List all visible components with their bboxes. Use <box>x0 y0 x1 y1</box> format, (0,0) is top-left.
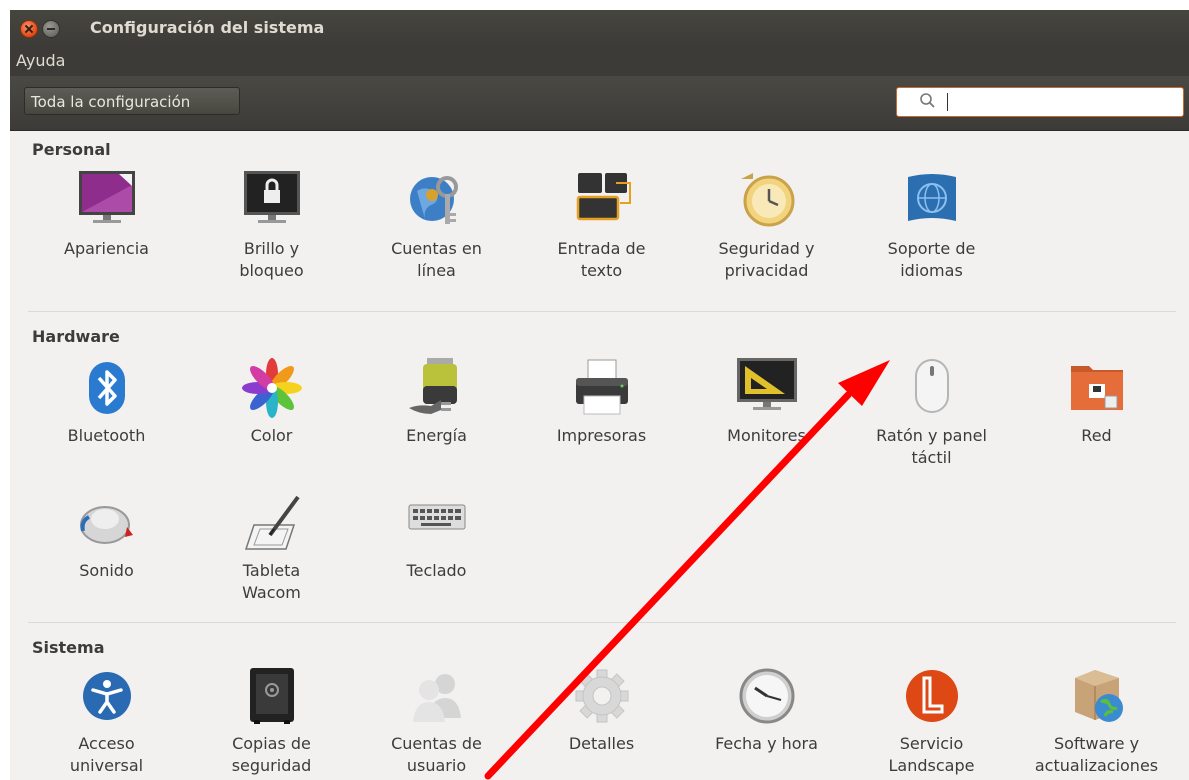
item-label: Monitores <box>727 426 806 445</box>
close-window-button[interactable] <box>20 20 38 38</box>
search-input[interactable] <box>896 87 1184 117</box>
section-divider <box>28 622 1176 623</box>
item-label: Bluetooth <box>67 426 146 445</box>
minimize-window-button[interactable] <box>42 20 60 38</box>
keyboard-icon <box>408 504 465 530</box>
item-detalles[interactable]: Detalles <box>519 664 684 755</box>
software-updates-icon <box>1074 670 1123 722</box>
landscape-icon <box>905 670 958 722</box>
item-monitores[interactable]: Monitores <box>684 356 849 447</box>
text-entry-icon <box>576 173 631 221</box>
item-label: Software y actualizaciones <box>1034 734 1159 775</box>
item-brillo-bloqueo[interactable]: Brillo y bloqueo <box>189 169 354 282</box>
item-label: Detalles <box>568 734 635 753</box>
wacom-tablet-icon <box>244 495 300 550</box>
item-label: Acceso universal <box>69 734 144 775</box>
window-title: Configuración del sistema <box>90 18 325 37</box>
item-impresoras[interactable]: Impresoras <box>519 356 684 447</box>
item-soporte-idiomas[interactable]: Soporte de idiomas <box>849 169 1014 282</box>
toolbar: Toda la configuración <box>10 76 1189 131</box>
search-icon <box>920 93 935 108</box>
item-raton-panel-tactil[interactable]: Ratón y panel táctil <box>849 356 1014 469</box>
menu-bar: Ayuda <box>10 48 1189 76</box>
item-apariencia[interactable]: Apariencia <box>24 169 189 260</box>
item-fecha-hora[interactable]: Fecha y hora <box>684 664 849 755</box>
item-label: Entrada de texto <box>557 239 646 280</box>
settings-window: Configuración del sistema Ayuda Toda la … <box>10 10 1189 780</box>
item-label: Cuentas en línea <box>391 239 482 280</box>
item-label: Copias de seguridad <box>231 734 312 775</box>
item-servicio-landscape[interactable]: Servicio Landscape <box>849 664 1014 777</box>
language-support-icon <box>907 174 956 221</box>
item-label: Tableta Wacom <box>242 561 301 602</box>
section-title-personal: Personal <box>32 140 111 159</box>
section-title-hardware: Hardware <box>32 327 120 346</box>
item-label: Seguridad y privacidad <box>718 239 815 280</box>
item-copias-seguridad[interactable]: Copias de seguridad <box>189 664 354 777</box>
backups-icon <box>249 668 294 724</box>
online-accounts-icon <box>409 176 458 224</box>
text-caret <box>947 93 948 111</box>
network-icon <box>1070 366 1123 410</box>
details-gear-icon <box>575 669 628 723</box>
item-label: Sonido <box>79 561 134 580</box>
appearance-icon <box>78 171 135 223</box>
clock-icon <box>739 668 794 724</box>
power-icon <box>408 358 457 414</box>
item-label: Brillo y bloqueo <box>239 239 304 280</box>
printer-icon <box>575 359 628 415</box>
bluetooth-icon <box>88 362 125 414</box>
item-label: Red <box>1081 426 1112 445</box>
item-label: Servicio Landscape <box>888 734 975 775</box>
item-label: Fecha y hora <box>715 734 818 753</box>
menu-help[interactable]: Ayuda <box>16 51 65 70</box>
item-cuentas-en-linea[interactable]: Cuentas en línea <box>354 169 519 282</box>
user-accounts-icon <box>412 674 461 722</box>
item-software-actualizaciones[interactable]: Software y actualizaciones <box>1014 664 1179 777</box>
item-label: Teclado <box>406 561 467 580</box>
brightness-lock-icon <box>243 171 300 223</box>
item-teclado[interactable]: Teclado <box>354 491 519 582</box>
item-sonido[interactable]: Sonido <box>24 491 189 582</box>
universal-access-icon <box>82 672 131 720</box>
item-label: Ratón y panel táctil <box>876 426 987 467</box>
item-label: Impresoras <box>556 426 647 445</box>
section-divider <box>28 311 1176 312</box>
item-acceso-universal[interactable]: Acceso universal <box>24 664 189 777</box>
settings-content: Personal Apariencia Brillo y bloqueo Cue… <box>10 131 1189 780</box>
title-bar: Configuración del sistema <box>10 10 1189 48</box>
item-label: Color <box>250 426 293 445</box>
item-entrada-de-texto[interactable]: Entrada de texto <box>519 169 684 282</box>
item-label: Soporte de idiomas <box>887 239 976 280</box>
mouse-icon <box>914 359 949 413</box>
color-icon <box>241 358 302 418</box>
all-settings-button[interactable]: Toda la configuración <box>24 87 240 115</box>
item-label: Apariencia <box>64 239 149 258</box>
item-tableta-wacom[interactable]: Tableta Wacom <box>189 491 354 604</box>
item-label: Energía <box>406 426 467 445</box>
item-seguridad-privacidad[interactable]: Seguridad y privacidad <box>684 169 849 282</box>
item-red[interactable]: Red <box>1014 356 1179 447</box>
item-label: Cuentas de usuario <box>391 734 482 775</box>
displays-icon <box>736 358 797 410</box>
section-title-sistema: Sistema <box>32 638 105 657</box>
item-energia[interactable]: Energía <box>354 356 519 447</box>
security-privacy-icon <box>740 173 794 227</box>
sound-icon <box>79 506 133 544</box>
item-cuentas-usuario[interactable]: Cuentas de usuario <box>354 664 519 777</box>
item-bluetooth[interactable]: Bluetooth <box>24 356 189 447</box>
item-color[interactable]: Color <box>189 356 354 447</box>
